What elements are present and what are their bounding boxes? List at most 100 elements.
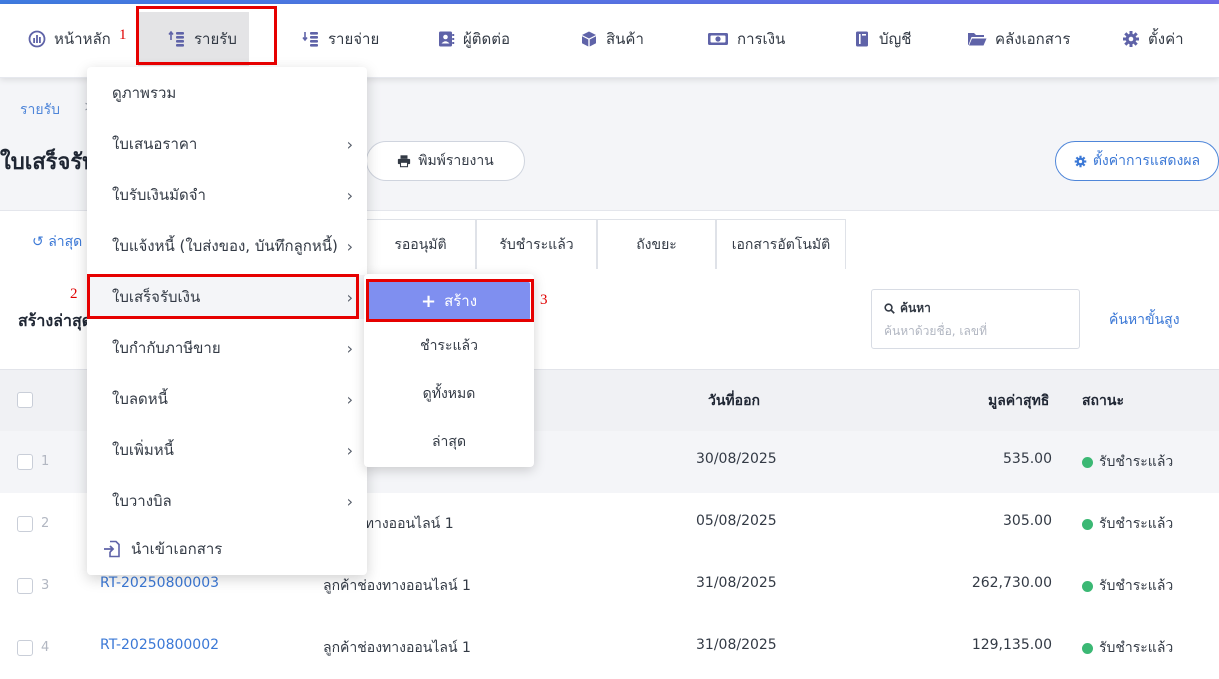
submenu-item-view-all[interactable]: ดูทั้งหมด <box>364 379 534 409</box>
nav-products[interactable]: สินค้า <box>580 24 644 54</box>
nav-settings-label: ตั้งค่า <box>1148 30 1184 48</box>
status-badge: รับชำระแล้ว <box>1082 451 1173 473</box>
row-number: 3 <box>41 578 50 593</box>
nav-accounting[interactable]: บัญชี <box>853 24 911 54</box>
menu-item-label: ใบเสนอราคา <box>112 135 198 153</box>
step-1-highlight <box>136 6 277 65</box>
chevron-right-icon: › <box>346 390 353 409</box>
chevron-right-icon: › <box>346 339 353 358</box>
nav-home-label: หน้าหลัก <box>54 30 111 48</box>
search-label-text: ค้นหา <box>900 301 931 315</box>
nav-documents-label: คลังเอกสาร <box>995 30 1071 48</box>
row-number: 4 <box>41 640 50 655</box>
menu-item-billing-note[interactable]: ใบวางบิล › <box>87 479 367 523</box>
header-status[interactable]: สถานะ <box>1082 390 1124 412</box>
step-2-highlight <box>87 274 359 319</box>
chevron-right-icon: › <box>346 492 353 511</box>
menu-item-invoice[interactable]: ใบแจ้งหนี้ (ใบส่งของ, บันทึกลูกหนี้) › <box>87 224 367 268</box>
menu-item-quotation[interactable]: ใบเสนอราคา › <box>87 122 367 166</box>
nav-expense-label: รายจ่าย <box>328 30 380 48</box>
row-checkbox[interactable] <box>17 578 33 594</box>
search-label: ค้นหา <box>884 299 931 318</box>
nav-finance-label: การเงิน <box>737 30 786 48</box>
header-net-value[interactable]: มูลค่าสุทธิ <box>988 390 1049 412</box>
step-3-highlight <box>366 279 534 322</box>
row-date: 31/08/2025 <box>696 637 777 653</box>
menu-item-label: ใบวางบิล <box>112 492 172 510</box>
row-amount: 535.00 <box>1003 451 1052 467</box>
row-number: 2 <box>41 516 50 531</box>
display-settings-button[interactable]: ตั้งค่าการแสดงผล <box>1055 141 1219 181</box>
status-dot <box>1082 518 1093 530</box>
gear-icon <box>1123 31 1139 47</box>
nav-finance[interactable]: การเงิน <box>707 24 785 54</box>
nav-settings[interactable]: ตั้งค่า <box>1122 24 1184 54</box>
search-icon <box>884 303 895 314</box>
status-label: รับชำระแล้ว <box>1099 454 1174 470</box>
status-badge: รับชำระแล้ว <box>1082 637 1173 659</box>
row-checkbox[interactable] <box>17 454 33 470</box>
tab-pending-approval[interactable]: รออนุมัติ <box>365 219 476 269</box>
row-date: 31/08/2025 <box>696 575 777 591</box>
row-amount: 129,135.00 <box>971 637 1052 653</box>
menu-item-import-documents[interactable]: นำเข้าเอกสาร <box>87 527 367 571</box>
print-report-button[interactable]: พิมพ์รายงาน <box>366 141 525 181</box>
display-settings-label: ตั้งค่าการแสดงผล <box>1092 153 1201 169</box>
menu-item-overview[interactable]: ดูภาพรวม <box>87 71 367 115</box>
address-book-icon <box>439 31 455 47</box>
row-document-link[interactable]: RT-20250800002 <box>100 637 219 653</box>
folder-open-icon <box>968 33 987 46</box>
step-3-number: 3 <box>540 292 548 308</box>
row-date: 05/08/2025 <box>696 513 777 529</box>
row-amount: 305.00 <box>1003 513 1052 529</box>
ledger-book-icon <box>856 31 868 47</box>
row-checkbox[interactable] <box>17 640 33 656</box>
status-dot <box>1082 642 1093 654</box>
menu-item-credit-note[interactable]: ใบลดหนี้ › <box>87 377 367 421</box>
table-row[interactable]: 4 RT-20250800002 ลูกค้าช่องทางออนไลน์ 1 … <box>0 617 1219 679</box>
income-dropdown-menu: ดูภาพรวม ใบเสนอราคา › ใบรับเงินมัดจำ › ใ… <box>87 67 367 575</box>
menu-item-deposit-receipt[interactable]: ใบรับเงินมัดจำ › <box>87 173 367 217</box>
menu-item-label: ดูภาพรวม <box>112 84 177 102</box>
nav-documents[interactable]: คลังเอกสาร <box>967 24 1070 54</box>
header-issue-date[interactable]: วันที่ออก <box>708 390 760 412</box>
submenu-item-recent[interactable]: ล่าสุด <box>364 427 534 457</box>
chevron-right-icon: › <box>346 441 353 460</box>
menu-item-label: ใบแจ้งหนี้ (ใบส่งของ, บันทึกลูกหนี้) <box>112 237 338 255</box>
page-title: ใบเสร็จรับเงิน <box>0 150 88 175</box>
row-checkbox[interactable] <box>17 516 33 532</box>
breadcrumb-income[interactable]: รายรับ <box>20 99 60 121</box>
status-dot <box>1082 456 1093 468</box>
nav-home[interactable]: หน้าหลัก <box>28 24 111 54</box>
search-input[interactable] <box>884 322 1064 340</box>
tab-auto-documents[interactable]: เอกสารอัตโนมัติ <box>716 219 846 269</box>
nav-accounting-label: บัญชี <box>879 30 912 48</box>
row-document-link[interactable]: RT-20250800003 <box>100 575 219 591</box>
status-badge: รับชำระแล้ว <box>1082 513 1173 535</box>
select-all-checkbox[interactable] <box>17 392 33 408</box>
menu-item-label: ใบเพิ่มหนี้ <box>112 441 174 459</box>
advanced-search-link[interactable]: ค้นหาขั้นสูง <box>1109 309 1180 331</box>
menu-item-label: ใบกำกับภาษีขาย <box>112 339 221 357</box>
banknote-icon <box>708 33 728 45</box>
status-label: รับชำระแล้ว <box>1099 516 1174 532</box>
row-customer: ลูกค้าช่องทางออนไลน์ 1 <box>323 640 471 656</box>
section-title: สร้างล่าสุด <box>18 311 88 330</box>
status-label: รับชำระแล้ว <box>1099 578 1174 594</box>
tab-trash[interactable]: ถังขยะ <box>597 219 716 269</box>
search-box[interactable]: ค้นหา <box>871 289 1080 349</box>
file-import-icon <box>104 540 120 558</box>
nav-expense[interactable]: รายจ่าย <box>302 24 379 54</box>
cube-icon <box>582 31 596 47</box>
tab-paid[interactable]: รับชำระแล้ว <box>476 219 597 269</box>
coins-down-icon <box>302 32 318 47</box>
menu-item-label: ใบลดหนี้ <box>112 390 168 408</box>
tab-recent[interactable]: ↺ ล่าสุด <box>32 231 82 253</box>
chevron-right-icon: › <box>346 186 353 205</box>
menu-item-debit-note[interactable]: ใบเพิ่มหนี้ › <box>87 428 367 472</box>
step-1-number: 1 <box>119 27 127 43</box>
row-date: 30/08/2025 <box>696 451 777 467</box>
menu-item-tax-invoice[interactable]: ใบกำกับภาษีขาย › <box>87 326 367 370</box>
submenu-item-paid[interactable]: ชำระแล้ว <box>364 331 534 361</box>
nav-contacts[interactable]: ผู้ติดต่อ <box>437 24 510 54</box>
